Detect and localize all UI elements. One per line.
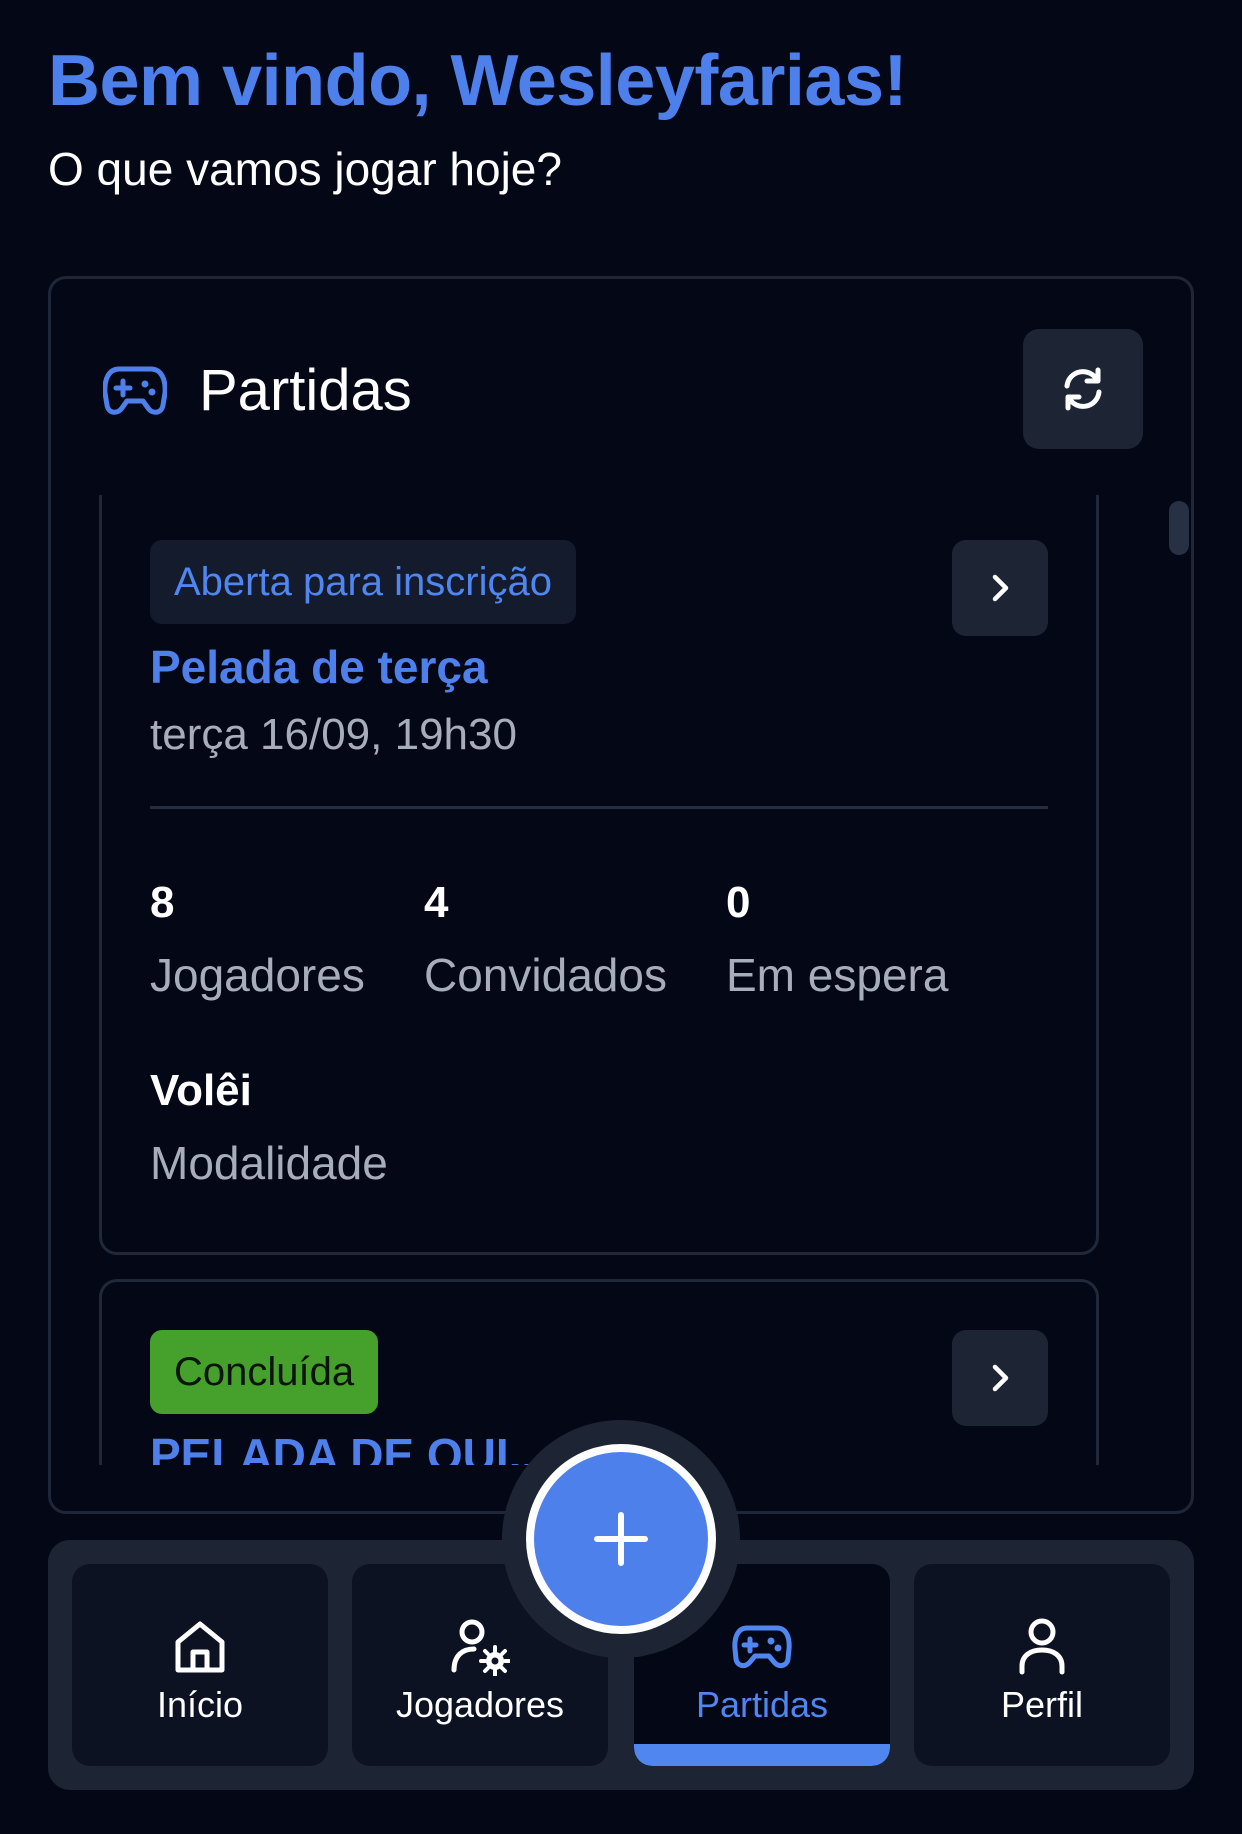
user-icon [1019,1618,1065,1675]
stat-players: 8 Jogadores [150,878,365,1002]
stat-label: Modalidade [150,1137,388,1189]
stat-value: Volêi [150,1066,252,1115]
nav-label: Perfil [1000,1684,1084,1725]
status-badge: Aberta para inscrição [150,540,576,624]
matches-panel-header: Partidas [51,279,1191,469]
app-screen: Bem vindo, Wesleyfarias! O que vamos jog… [0,0,1242,1834]
match-date: terça 16/09, 19h30 [150,710,517,759]
welcome-title: Bem vindo, Wesleyfarias! [48,41,908,121]
stat-label: Jogadores [150,949,365,1001]
nav-item-perfil[interactable]: Perfil [914,1564,1170,1766]
scrollbar[interactable] [1169,501,1189,555]
welcome-subtitle: O que vamos jogar hoje? [48,143,562,195]
stat-modality: Volêi Modalidade [150,1066,388,1190]
stat-guests: 4 Convidados [424,878,667,1002]
matches-panel: Partidas Aberta para inscrição Pelada de… [48,276,1194,1514]
stat-value: 4 [424,878,449,927]
chevron-right-icon [992,574,1009,602]
stat-value: 8 [150,878,175,927]
matches-list[interactable]: Aberta para inscrição Pelada de terça te… [99,495,1099,1465]
stat-waiting: 0 Em espera [726,878,948,1002]
stat-label: Em espera [726,949,949,1001]
matches-panel-title: Partidas [199,358,412,423]
match-name: PELADA DE QUI... [150,1429,547,1465]
chevron-right-icon [992,1364,1009,1392]
match-name: Pelada de terça [150,641,488,693]
add-match-button[interactable] [526,1444,716,1634]
nav-label: Jogadores [395,1684,565,1725]
refresh-icon [1064,367,1102,411]
stat-value: 0 [726,878,751,927]
refresh-button[interactable] [1023,329,1143,449]
plus-icon [594,1512,648,1566]
open-match-button[interactable] [952,1330,1048,1426]
active-indicator [634,1744,890,1766]
match-card[interactable]: Aberta para inscrição Pelada de terça te… [99,495,1099,1255]
user-settings-icon [451,1619,510,1676]
status-badge: Concluída [150,1330,379,1414]
home-icon [175,1621,225,1673]
stat-label: Convidados [424,949,667,1001]
open-match-button[interactable] [952,540,1048,636]
nav-label: Partidas [695,1684,829,1725]
divider [150,806,1048,809]
nav-item-inicio[interactable]: Início [72,1564,328,1766]
nav-label: Início [156,1684,244,1725]
gamepad-icon [732,1625,792,1669]
gamepad-icon [103,366,167,415]
